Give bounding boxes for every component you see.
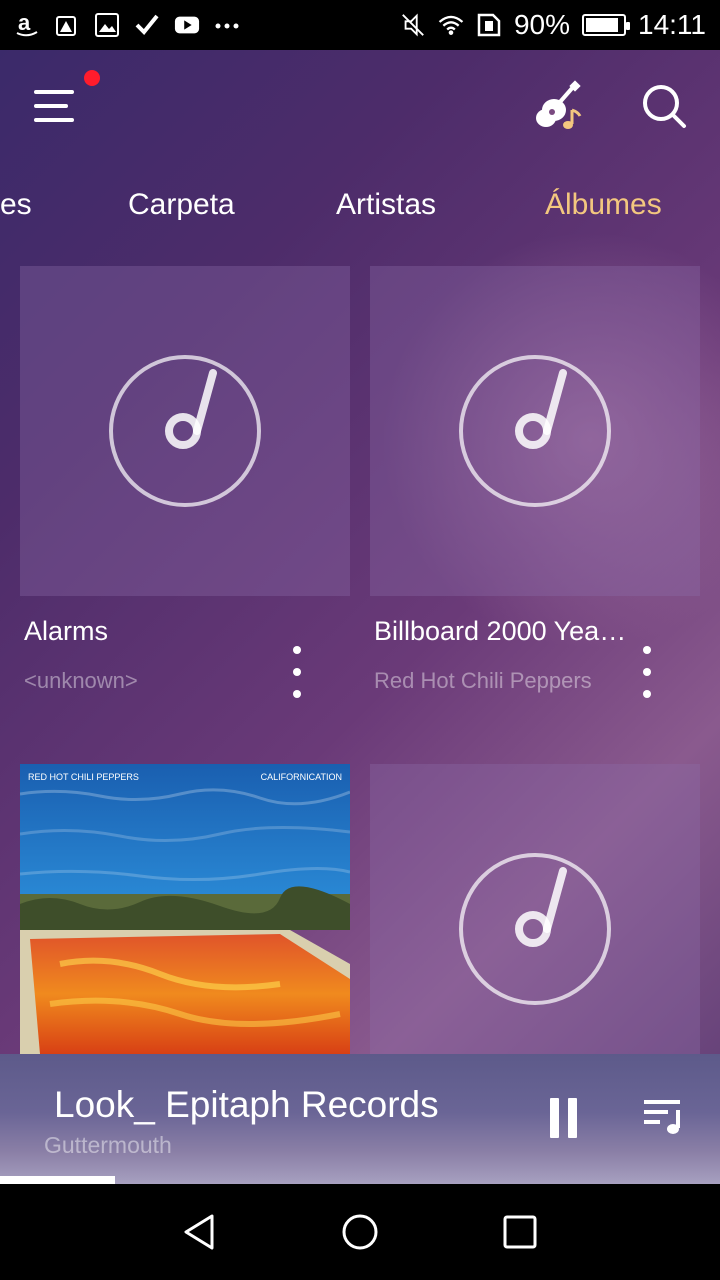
now-playing-artist: Guttermouth [44, 1132, 172, 1158]
album-title: Billboard 2000 Yea… [374, 616, 627, 646]
app-toolbar [0, 50, 720, 160]
cover-text-left: RED HOT CHILI PEPPERS [28, 772, 139, 782]
search-icon[interactable] [640, 82, 688, 130]
warning-icon [54, 12, 80, 38]
album-artist: Red Hot Chili Peppers [374, 668, 592, 693]
home-icon[interactable] [340, 1212, 380, 1252]
now-playing-title: Look_ Epitaph Records [54, 1084, 439, 1125]
pause-icon[interactable] [546, 1098, 580, 1138]
tab-artistas[interactable]: Artistas [336, 188, 436, 222]
category-tabs: es Carpeta Artistas Álbumes [0, 170, 720, 242]
system-icons: 90% 14:11 [400, 9, 706, 41]
amazon-icon: a [14, 12, 40, 38]
mini-player[interactable]: Look_ Epitaph Records Guttermouth [0, 1054, 720, 1184]
status-bar: a 90% 14:11 [0, 0, 720, 50]
playback-progress[interactable] [0, 1176, 720, 1184]
battery-percent: 90% [513, 9, 570, 40]
back-icon[interactable] [180, 1212, 220, 1252]
navigation-bar [0, 1184, 720, 1280]
more-dots-icon [214, 12, 240, 38]
tab-albumes[interactable]: Álbumes [545, 188, 662, 222]
notification-icons: a [14, 12, 240, 38]
battery-icon [582, 14, 630, 36]
album-cover[interactable] [370, 266, 700, 596]
more-options-icon[interactable] [282, 642, 312, 702]
guitar-icon[interactable] [534, 80, 586, 132]
queue-icon[interactable] [642, 1096, 686, 1136]
album-title: Alarms [24, 616, 109, 646]
recents-icon[interactable] [500, 1212, 540, 1252]
cover-text-right: CALIFORNICATION [261, 772, 342, 782]
image-icon [94, 12, 120, 38]
clock: 14:11 [638, 9, 706, 40]
tab-partial[interactable]: es [0, 188, 32, 222]
music-note-icon [459, 355, 611, 507]
mute-icon [400, 12, 426, 38]
album-artist: <unknown> [24, 668, 138, 693]
check-icon [134, 12, 160, 38]
notification-dot [84, 70, 100, 86]
album-cover[interactable] [20, 266, 350, 596]
svg-text:a: a [18, 12, 31, 35]
menu-icon[interactable] [34, 86, 78, 126]
more-options-icon[interactable] [632, 642, 662, 702]
wifi-icon [438, 12, 464, 38]
music-note-icon [109, 355, 261, 507]
music-app: es Carpeta Artistas Álbumes Alarms <unkn… [0, 50, 720, 1184]
sim-icon [476, 12, 502, 38]
album-cover-photo[interactable]: RED HOT CHILI PEPPERS CALIFORNICATION [20, 764, 350, 1054]
album-cover[interactable] [370, 764, 700, 1094]
tab-carpeta[interactable]: Carpeta [128, 188, 235, 222]
youtube-icon [174, 12, 200, 38]
music-note-icon [459, 853, 611, 1005]
